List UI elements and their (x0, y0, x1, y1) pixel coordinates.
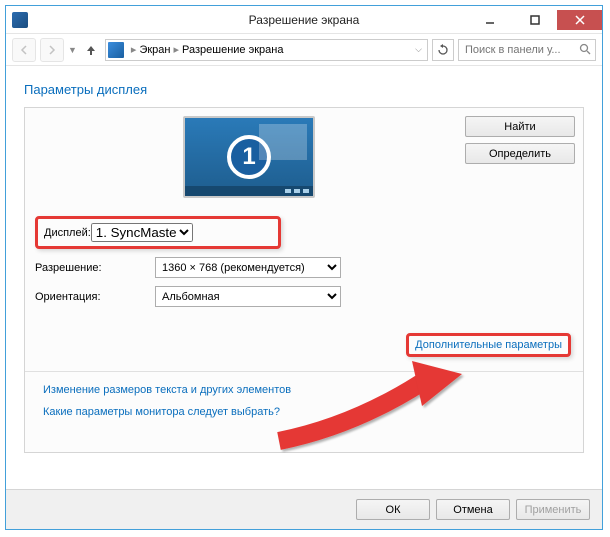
breadcrumb-resolution[interactable]: Разрешение экрана (182, 44, 283, 56)
help-link[interactable]: Какие параметры монитора следует выбрать… (43, 406, 565, 418)
address-bar[interactable]: ▸ Экран ▸ Разрешение экрана ⌵ (105, 39, 428, 61)
page-heading: Параметры дисплея (24, 82, 584, 97)
location-icon (108, 42, 124, 58)
display-panel: 1 Найти Определить Дисплей: 1. SyncMaste… (24, 107, 584, 453)
detect-button[interactable]: Определить (465, 143, 575, 164)
breadcrumb-screen[interactable]: Экран (139, 44, 170, 56)
orientation-select[interactable]: Альбомная (155, 286, 341, 307)
monitor-preview[interactable]: 1 (33, 116, 465, 198)
apply-button[interactable]: Применить (516, 499, 590, 520)
refresh-button[interactable] (432, 39, 454, 61)
monitor-1[interactable]: 1 (183, 116, 315, 198)
window-title: Разрешение экрана (6, 13, 602, 27)
window: Разрешение экрана ▼ ▸ Экран (5, 5, 603, 530)
display-select[interactable]: 1. SyncMaster (91, 223, 193, 242)
highlight-advanced-link: Дополнительные параметры (406, 333, 571, 357)
resolution-select[interactable]: 1360 × 768 (рекомендуется) (155, 257, 341, 278)
orientation-label: Ориентация: (35, 291, 155, 303)
search-box[interactable] (458, 39, 596, 61)
advanced-settings-link[interactable]: Дополнительные параметры (415, 339, 562, 351)
find-button[interactable]: Найти (465, 116, 575, 137)
ok-button[interactable]: ОК (356, 499, 430, 520)
display-label: Дисплей: (44, 227, 91, 239)
up-button[interactable] (81, 40, 101, 60)
back-button[interactable] (12, 38, 36, 62)
nav-bar: ▼ ▸ Экран ▸ Разрешение экрана ⌵ (6, 34, 602, 66)
forward-button[interactable] (40, 38, 64, 62)
search-icon (579, 43, 591, 58)
search-input[interactable] (463, 43, 591, 57)
content: Параметры дисплея 1 Найти Определить (6, 66, 602, 453)
cancel-button[interactable]: Отмена (436, 499, 510, 520)
text-size-link[interactable]: Изменение размеров текста и других элеме… (43, 384, 565, 396)
resolution-label: Разрешение: (35, 262, 155, 274)
highlight-display-row: Дисплей: 1. SyncMaster (35, 216, 281, 249)
dialog-footer: ОК Отмена Применить (6, 489, 602, 529)
titlebar: Разрешение экрана (6, 6, 602, 34)
